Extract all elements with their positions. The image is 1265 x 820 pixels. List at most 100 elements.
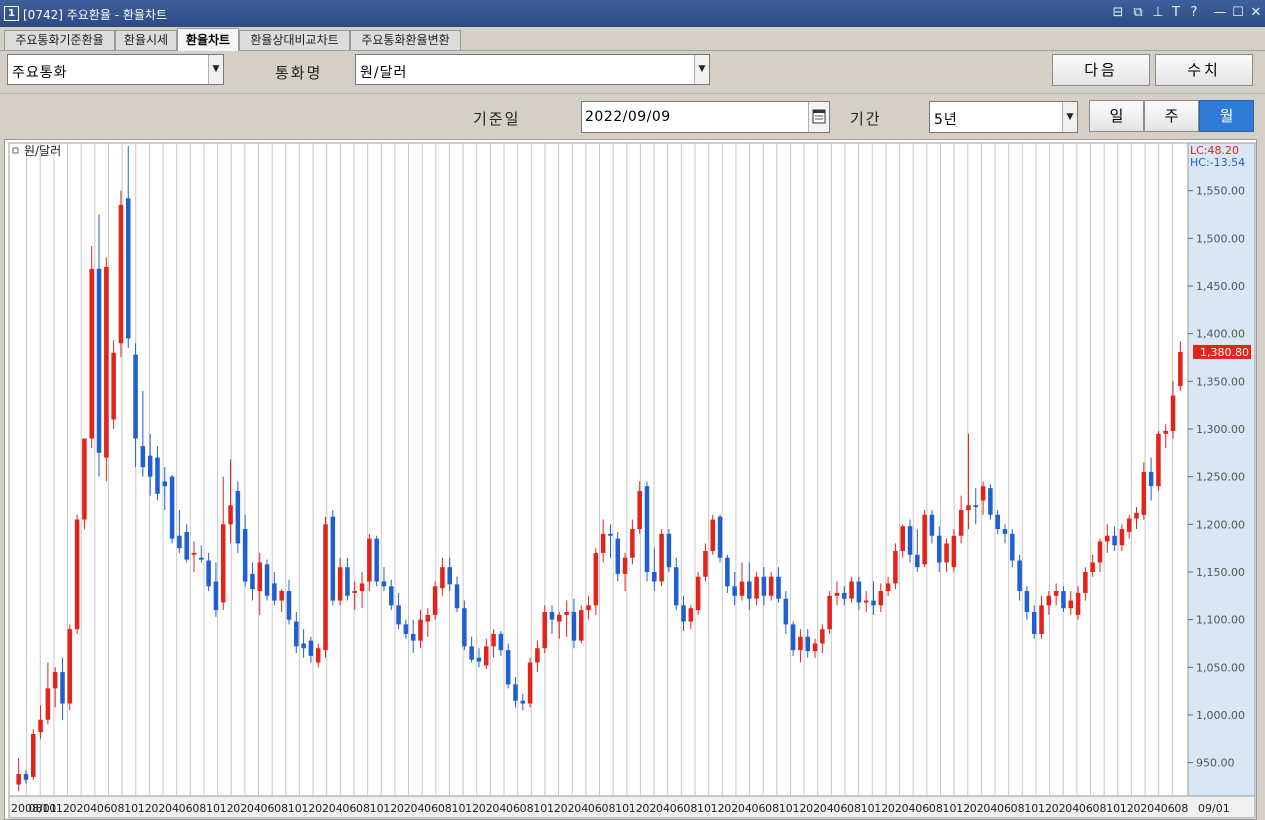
candle-body-down[interactable] xyxy=(929,514,935,536)
candle-body-down[interactable] xyxy=(907,526,913,555)
candle-body-up[interactable] xyxy=(820,629,825,644)
candle-body-down[interactable] xyxy=(345,567,350,596)
base-date-field[interactable]: 2022/09/09 xyxy=(581,101,830,133)
candle-body-up[interactable] xyxy=(1097,541,1103,563)
interval-daily-button[interactable]: 일 xyxy=(1089,100,1144,132)
candle-body-down[interactable] xyxy=(652,571,657,582)
tab-exchange-chart[interactable]: 환율차트 xyxy=(177,28,239,51)
candle-body-up[interactable] xyxy=(1046,595,1052,606)
candle-body-up[interactable] xyxy=(89,268,94,439)
candle-body-up[interactable] xyxy=(754,576,759,599)
candle-body-down[interactable] xyxy=(133,354,138,439)
candle-body-up[interactable] xyxy=(885,583,891,592)
candle-body-up[interactable] xyxy=(315,648,321,663)
candle-body-up[interactable] xyxy=(980,486,986,501)
candle-body-up[interactable] xyxy=(118,204,124,344)
candle-body-up[interactable] xyxy=(564,612,569,615)
candle-body-up[interactable] xyxy=(52,672,58,689)
interval-weekly-button[interactable]: 주 xyxy=(1144,100,1199,132)
candle-body-up[interactable] xyxy=(104,266,109,458)
help-icon[interactable]: ? xyxy=(1186,5,1202,21)
candle-body-up[interactable] xyxy=(74,519,80,630)
candle-body-down[interactable] xyxy=(60,672,65,704)
interval-monthly-button[interactable]: 월 xyxy=(1199,100,1254,132)
candle-body-up[interactable] xyxy=(491,633,496,647)
candle-body-up[interactable] xyxy=(1039,605,1044,634)
tab-exchange-quotes[interactable]: 환율시세 xyxy=(115,30,177,50)
next-button[interactable]: 다음 xyxy=(1052,54,1150,86)
candle-body-up[interactable] xyxy=(893,551,898,584)
candle-body-down[interactable] xyxy=(206,560,211,587)
candle-body-down[interactable] xyxy=(513,684,518,701)
candle-body-down[interactable] xyxy=(871,600,876,606)
candle-body-down[interactable] xyxy=(301,643,306,649)
candle-body-down[interactable] xyxy=(673,567,679,606)
candle-body-up[interactable] xyxy=(586,605,591,611)
candle-body-down[interactable] xyxy=(973,505,979,508)
candle-body-down[interactable] xyxy=(681,605,686,622)
candle-body-down[interactable] xyxy=(1112,535,1117,546)
dropdown-arrow-icon[interactable]: ▼ xyxy=(694,55,709,84)
exchange-rate-chart[interactable]: 950.00 1,000.00 1,050.00 1,100.00 1,150.00 1,… xyxy=(4,139,1257,820)
candle-body-up[interactable] xyxy=(45,688,51,720)
candle-body-down[interactable] xyxy=(1010,533,1015,561)
candle-body-down[interactable] xyxy=(936,535,942,563)
candle-body-down[interactable] xyxy=(841,592,847,599)
candle-body-down[interactable] xyxy=(23,774,29,780)
candle-body-down[interactable] xyxy=(476,657,482,662)
candle-body-up[interactable] xyxy=(703,551,708,577)
candle-body-down[interactable] xyxy=(761,576,767,596)
close-icon[interactable]: ✕ xyxy=(1248,5,1264,21)
candle-body-down[interactable] xyxy=(272,583,277,601)
candle-body-up[interactable] xyxy=(1170,395,1176,431)
candle-body-down[interactable] xyxy=(608,533,613,536)
candle-body-up[interactable] xyxy=(710,519,716,552)
candle-body-down[interactable] xyxy=(169,476,175,539)
candle-body-up[interactable] xyxy=(798,636,803,651)
candle-body-up[interactable] xyxy=(557,614,562,622)
candle-body-down[interactable] xyxy=(915,554,920,568)
candle-body-up[interactable] xyxy=(367,538,372,582)
candle-body-down[interactable] xyxy=(294,621,299,647)
candle-body-down[interactable] xyxy=(389,586,394,606)
candle-body-down[interactable] xyxy=(571,612,577,641)
candle-body-up[interactable] xyxy=(359,583,365,592)
currency-group-select[interactable]: 주요통화 ▼ xyxy=(7,54,224,85)
period-select[interactable]: 5년 ▼ xyxy=(929,101,1078,133)
candle-body-up[interactable] xyxy=(527,662,533,704)
candle-body-up[interactable] xyxy=(958,510,964,536)
candle-body-down[interactable] xyxy=(498,633,504,651)
candle-body-up[interactable] xyxy=(951,535,957,568)
candle-body-down[interactable] xyxy=(264,564,270,596)
minimize-icon[interactable]: — xyxy=(1212,5,1228,21)
candle-body-up[interactable] xyxy=(483,646,489,666)
candle-body-up[interactable] xyxy=(849,581,854,599)
candle-body-down[interactable] xyxy=(96,268,102,453)
candle-body-up[interactable] xyxy=(578,610,584,641)
candle-body-up[interactable] xyxy=(418,619,423,641)
candle-body-up[interactable] xyxy=(542,612,547,649)
candle-body-down[interactable] xyxy=(447,567,452,585)
candle-body-up[interactable] xyxy=(834,592,840,596)
plot-area[interactable] xyxy=(8,142,1189,797)
tab-major-currency-base-rate[interactable]: 주요통화기준환율 xyxy=(4,30,115,50)
candle-body-up[interactable] xyxy=(827,595,832,630)
candle-body-down[interactable] xyxy=(995,514,1000,530)
candle-body-up[interactable] xyxy=(900,526,905,552)
candle-body-down[interactable] xyxy=(666,533,672,568)
candle-body-down[interactable] xyxy=(856,581,862,603)
candle-body-up[interactable] xyxy=(535,648,540,663)
candle-body-down[interactable] xyxy=(790,624,796,651)
candle-body-up[interactable] xyxy=(67,629,73,704)
candle-body-up[interactable] xyxy=(863,600,869,603)
candle-body-up[interactable] xyxy=(1156,433,1161,487)
calendar-icon[interactable] xyxy=(808,102,829,132)
candle-body-down[interactable] xyxy=(381,581,387,587)
candle-body-up[interactable] xyxy=(1105,535,1110,542)
candle-body-up[interactable] xyxy=(279,591,284,601)
candle-body-down[interactable] xyxy=(1031,612,1037,634)
candle-body-up[interactable] xyxy=(630,529,635,558)
candle-body-down[interactable] xyxy=(725,557,730,587)
candle-body-up[interactable] xyxy=(812,643,818,652)
candle-body-up[interactable] xyxy=(695,576,701,611)
